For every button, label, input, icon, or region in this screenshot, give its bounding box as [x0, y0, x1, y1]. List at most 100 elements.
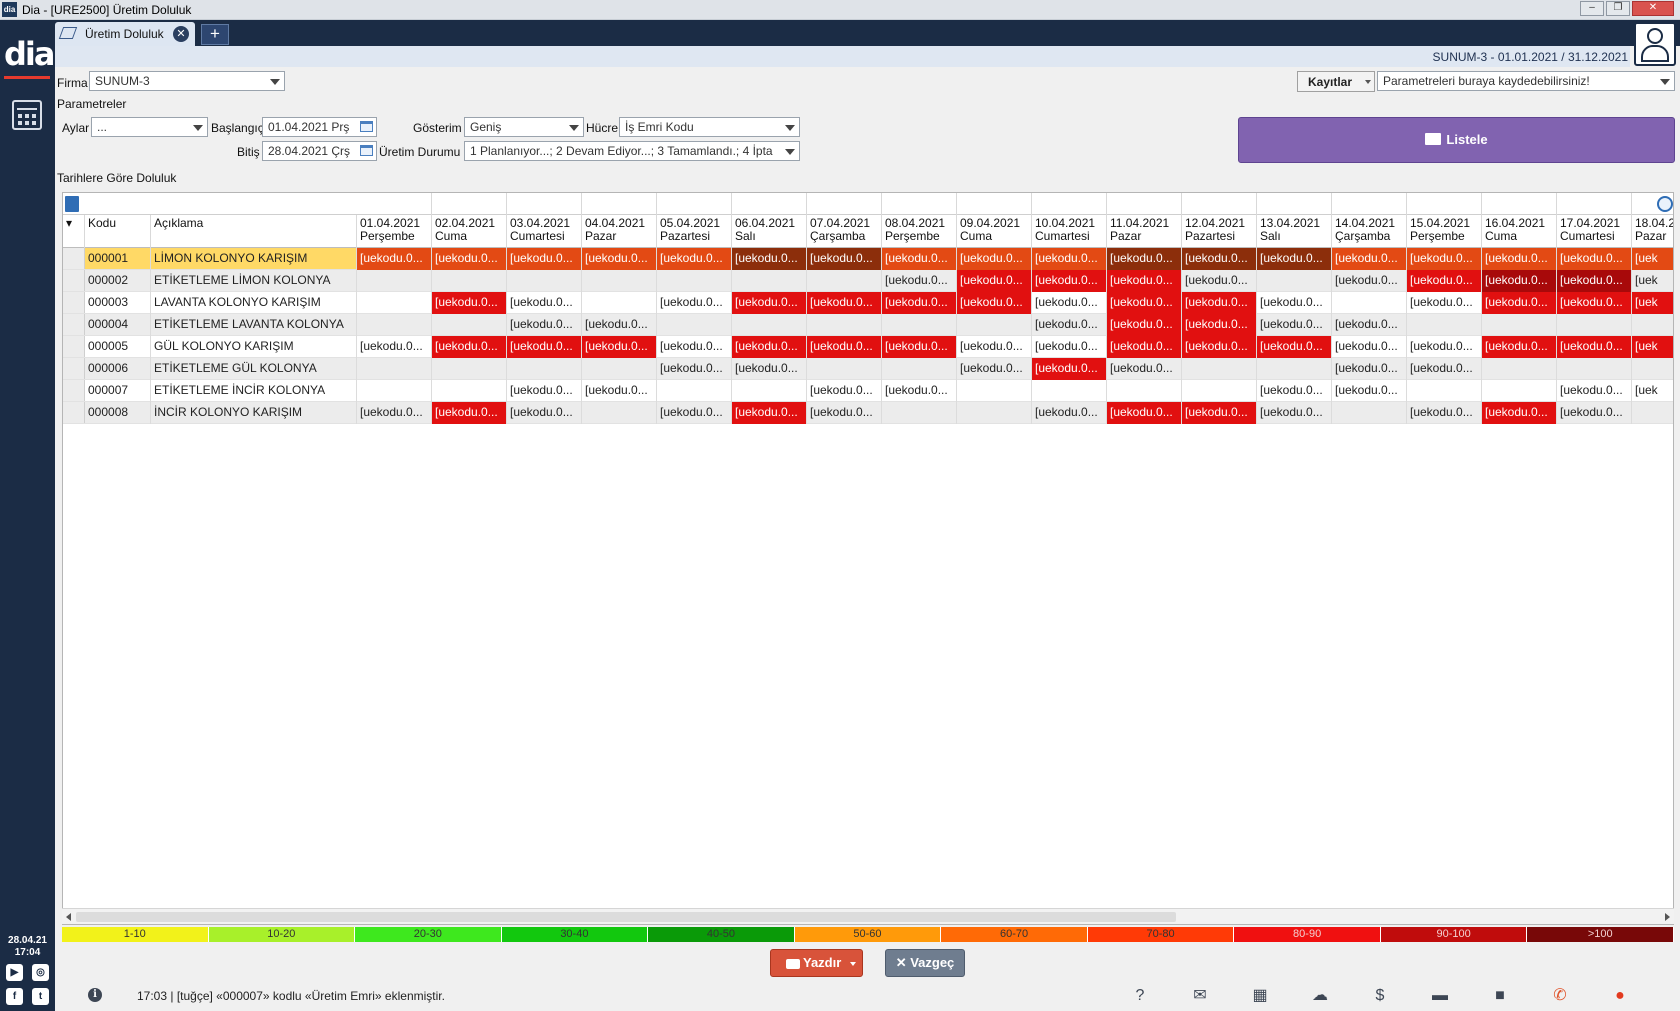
cell-doluluk[interactable]: [uekodu.0...	[582, 336, 657, 358]
cell-doluluk[interactable]: [uekodu.0...	[657, 358, 732, 380]
mail-icon[interactable]: ✉	[1190, 987, 1210, 1005]
cell-doluluk[interactable]: [uekodu.0...	[1482, 248, 1557, 270]
column-header-date[interactable]: 07.04.2021 Çarşamba	[807, 215, 882, 248]
cell-doluluk[interactable]: [uekodu.0...	[1557, 292, 1632, 314]
cell-doluluk[interactable]	[882, 314, 957, 336]
cell-doluluk[interactable]: [uekodu.0...	[1557, 402, 1632, 424]
row-selector[interactable]	[63, 402, 85, 423]
cell-doluluk[interactable]	[507, 358, 582, 380]
cell-doluluk[interactable]	[1182, 380, 1257, 402]
column-header-date[interactable]: 12.04.2021 Pazartesi	[1182, 215, 1257, 248]
cell-doluluk[interactable]: [uekodu.0...	[732, 402, 807, 424]
cell-kodu[interactable]: 000004	[85, 314, 151, 336]
filter-row[interactable]	[63, 193, 1673, 215]
filter-cell[interactable]	[1182, 193, 1257, 215]
cell-aciklama[interactable]: İNCİR KOLONYO KARIŞIM	[151, 402, 357, 424]
cell-doluluk[interactable]	[732, 270, 807, 292]
cell-doluluk[interactable]: [uekodu.0...	[657, 336, 732, 358]
listele-button[interactable]: Listele	[1238, 117, 1675, 163]
cell-doluluk[interactable]	[957, 314, 1032, 336]
cell-doluluk[interactable]: [uekodu.0...	[1332, 314, 1407, 336]
cell-doluluk[interactable]: [uekodu.0...	[882, 248, 957, 270]
cell-doluluk[interactable]: [uekodu.0...	[1107, 358, 1182, 380]
cell-doluluk[interactable]: [uekodu.0...	[1257, 292, 1332, 314]
cell-doluluk[interactable]	[1482, 380, 1557, 402]
cell-kodu[interactable]: 000008	[85, 402, 151, 424]
yazdir-button[interactable]: Yazdır	[770, 949, 863, 977]
filter-cell[interactable]	[357, 193, 432, 215]
cell-doluluk[interactable]: [uekodu.0...	[732, 336, 807, 358]
cell-doluluk[interactable]: [uekodu.0...	[1107, 336, 1182, 358]
column-header-date[interactable]: 05.04.2021 Pazartesi	[657, 215, 732, 248]
row-selector[interactable]	[63, 358, 85, 379]
facebook-icon[interactable]: f	[6, 988, 23, 1005]
close-window-button[interactable]: ✕	[1632, 1, 1674, 16]
cell-doluluk[interactable]	[882, 358, 957, 380]
cell-doluluk[interactable]	[1407, 380, 1482, 402]
row-selector[interactable]	[63, 292, 85, 313]
column-header-date[interactable]: 02.04.2021 Cuma	[432, 215, 507, 248]
cell-doluluk[interactable]: [uekodu.0...	[882, 336, 957, 358]
cell-aciklama[interactable]: LİMON KOLONYO KARIŞIM	[151, 248, 357, 270]
cell-doluluk[interactable]: [uekodu.0...	[1032, 402, 1107, 424]
cell-doluluk[interactable]: [uekodu.0...	[1032, 248, 1107, 270]
cell-doluluk[interactable]	[357, 314, 432, 336]
horizontal-scrollbar[interactable]	[62, 908, 1674, 924]
cell-doluluk[interactable]: [uekodu.0...	[1182, 336, 1257, 358]
cell-doluluk[interactable]: [uekodu.0...	[582, 248, 657, 270]
cell-doluluk[interactable]: [uekodu.0...	[807, 292, 882, 314]
cell-doluluk[interactable]: [uekodu.0...	[1107, 270, 1182, 292]
table-row[interactable]: 000003 LAVANTA KOLONYO KARIŞIM [uekodu.0..…	[63, 292, 1673, 314]
cell-doluluk[interactable]: [uekodu.0...	[1482, 336, 1557, 358]
add-tab-button[interactable]: +	[201, 24, 229, 45]
hucre-select[interactable]: İş Emri Kodu	[619, 117, 800, 137]
cell-doluluk[interactable]	[807, 358, 882, 380]
cell-doluluk[interactable]: [uekodu.0...	[1557, 380, 1632, 402]
cloud-icon[interactable]: ☁	[1310, 987, 1330, 1005]
cell-aciklama[interactable]: ETİKETLEME LAVANTA KOLONYA	[151, 314, 357, 336]
table-row[interactable]: 000008 İNCİR KOLONYO KARIŞIM [uekodu.0...[…	[63, 402, 1673, 424]
minimize-button[interactable]: –	[1580, 1, 1604, 16]
cell-doluluk[interactable]: [uekodu.0...	[1407, 358, 1482, 380]
cell-aciklama[interactable]: LAVANTA KOLONYO KARIŞIM	[151, 292, 357, 314]
cell-doluluk[interactable]: [uekodu.0...	[507, 380, 582, 402]
cell-doluluk[interactable]	[732, 314, 807, 336]
cell-doluluk[interactable]	[432, 380, 507, 402]
calculator-icon[interactable]: ▦	[1250, 987, 1270, 1005]
cell-aciklama[interactable]: ETİKETLEME LİMON KOLONYA	[151, 270, 357, 292]
cell-doluluk[interactable]: [uekodu.0...	[582, 380, 657, 402]
cell-doluluk[interactable]	[732, 380, 807, 402]
cell-doluluk[interactable]: [uekodu.0...	[1182, 314, 1257, 336]
table-row[interactable]: 000007 ETİKETLEME İNCİR KOLONYA [uekodu.0.…	[63, 380, 1673, 402]
column-header-date[interactable]: 11.04.2021 Pazar	[1107, 215, 1182, 248]
cell-doluluk[interactable]: [uekodu.0...	[807, 336, 882, 358]
cell-doluluk[interactable]	[1632, 314, 1673, 336]
cell-doluluk[interactable]: [uekodu.0...	[882, 270, 957, 292]
filter-cell[interactable]	[882, 193, 957, 215]
cell-doluluk[interactable]: [uekodu.0...	[1107, 314, 1182, 336]
cell-doluluk[interactable]: [uekodu.0...	[1257, 380, 1332, 402]
cell-doluluk[interactable]: [uekodu.0...	[582, 314, 657, 336]
aylar-select[interactable]: ...	[91, 117, 208, 137]
cell-doluluk[interactable]	[582, 292, 657, 314]
cell-doluluk[interactable]: [uekodu.0...	[507, 336, 582, 358]
cell-doluluk[interactable]: [uekodu.0...	[1257, 314, 1332, 336]
restore-button[interactable]: ❐	[1606, 1, 1630, 16]
cell-doluluk[interactable]	[957, 380, 1032, 402]
cell-doluluk[interactable]	[657, 270, 732, 292]
cell-doluluk[interactable]: [uekodu.0...	[657, 402, 732, 424]
cell-doluluk[interactable]: [uekodu.0...	[432, 336, 507, 358]
cell-aciklama[interactable]: ETİKETLEME GÜL KOLONYA	[151, 358, 357, 380]
cell-doluluk[interactable]: [uekodu.0...	[1407, 292, 1482, 314]
cell-doluluk[interactable]: [uekodu.0...	[432, 292, 507, 314]
cell-doluluk[interactable]: [uekodu.0...	[1182, 270, 1257, 292]
chat-icon[interactable]: ▬	[1430, 987, 1450, 1005]
lock-icon[interactable]: ■	[1490, 987, 1510, 1005]
table-row[interactable]: 000006 ETİKETLEME GÜL KOLONYA [uekodu.0...…	[63, 358, 1673, 380]
trash-icon[interactable]	[65, 196, 79, 212]
cell-doluluk[interactable]: [uekodu.0...	[507, 248, 582, 270]
cell-doluluk[interactable]	[1632, 358, 1673, 380]
firma-select[interactable]: SUNUM-3	[89, 71, 285, 91]
cell-doluluk[interactable]: [uekodu.0...	[507, 402, 582, 424]
table-row[interactable]: 000005 GÜL KOLONYO KARIŞIM [uekodu.0... [ue…	[63, 336, 1673, 358]
